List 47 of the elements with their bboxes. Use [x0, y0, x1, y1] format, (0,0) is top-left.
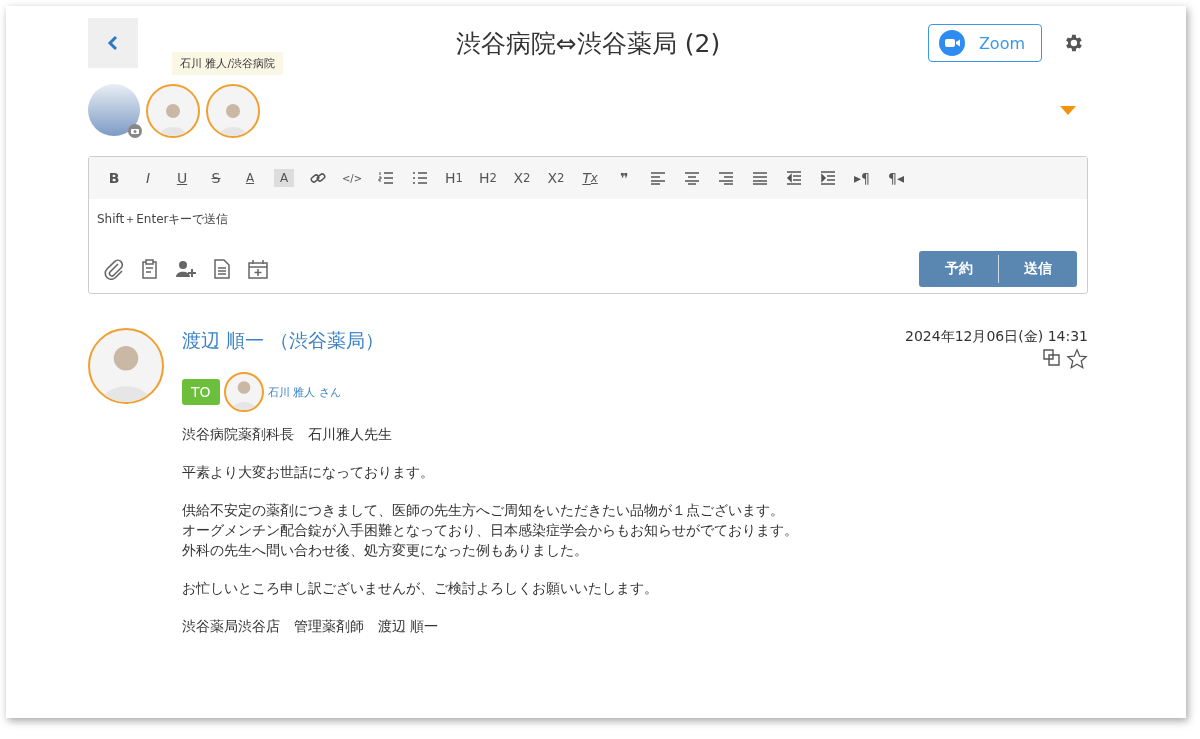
camera-icon[interactable] [128, 124, 142, 138]
align-right-icon [718, 171, 734, 185]
format-button[interactable]: A [235, 163, 265, 193]
format-button[interactable]: U [167, 163, 197, 193]
message-text: 平素より大変お世話になっております。 [182, 463, 435, 482]
format-button[interactable]: S [201, 163, 231, 193]
sender-name[interactable]: 渡辺 順一 （渋谷薬局） [182, 328, 385, 370]
format-button[interactable]: </> [337, 163, 367, 193]
message-text: 渋谷病院薬剤科長 石川雅人先生 [182, 425, 393, 444]
align-center-icon [684, 171, 700, 185]
recipient-name[interactable]: 石川 雅人 さん [267, 384, 341, 400]
calendar-add-icon[interactable] [247, 258, 269, 280]
align-left-icon [650, 171, 666, 185]
copy-icon[interactable] [1042, 348, 1062, 368]
dropdown-triangle-icon[interactable] [1060, 106, 1076, 116]
add-user-icon[interactable] [175, 258, 197, 280]
message-text: 渋谷薬局渋谷店 管理薬剤師 渡辺 順一 [182, 617, 440, 636]
chevron-left-icon [106, 35, 120, 51]
group-image-avatar[interactable] [88, 84, 140, 136]
member-avatar[interactable] [146, 84, 200, 138]
document-icon[interactable] [211, 258, 233, 280]
bullet-list-icon [412, 171, 428, 185]
indent-icon [820, 171, 836, 185]
format-button[interactable]: ❞ [609, 163, 639, 193]
video-camera-icon [938, 30, 965, 56]
format-button[interactable]: ▸¶ [847, 163, 877, 193]
format-button[interactable]: I [133, 163, 163, 193]
message-timestamp: 2024年12月06日(金) 14:31 [905, 328, 1088, 346]
align-justify-icon [752, 171, 768, 185]
message-text: オーグメンチン配合錠が入手困難となっており、日本感染症学会からもお知らせがでております。 [182, 521, 799, 540]
member-avatar[interactable] [206, 84, 260, 138]
chat-title: 渋谷病院⇔渋谷薬局 (2) [455, 27, 721, 60]
link-icon [310, 171, 326, 185]
message-text: 供給不安定の薬剤につきまして、医師の先生方へご周知をいただきたい品物が１点ございます。 [182, 501, 785, 520]
back-button[interactable] [88, 18, 138, 68]
outdent-icon [786, 171, 802, 185]
numbered-list-icon [378, 171, 394, 185]
format-button[interactable]: A [274, 169, 294, 187]
member-tooltip: 石川 雅人/渋谷病院 [172, 52, 284, 75]
format-button[interactable]: ¶◂ [881, 163, 911, 193]
message-text: 外科の先生へ問い合わせ後、処方変更になった例もありました。 [182, 541, 589, 560]
star-icon[interactable] [1066, 348, 1088, 370]
format-button[interactable]: B [99, 163, 129, 193]
to-badge: TO [182, 379, 220, 405]
recipient-avatar [223, 372, 264, 412]
paperclip-icon[interactable] [103, 258, 125, 280]
message-text: お忙しいところ申し訳ございませんが、ご検討よろしくお願いいたします。 [182, 579, 659, 598]
